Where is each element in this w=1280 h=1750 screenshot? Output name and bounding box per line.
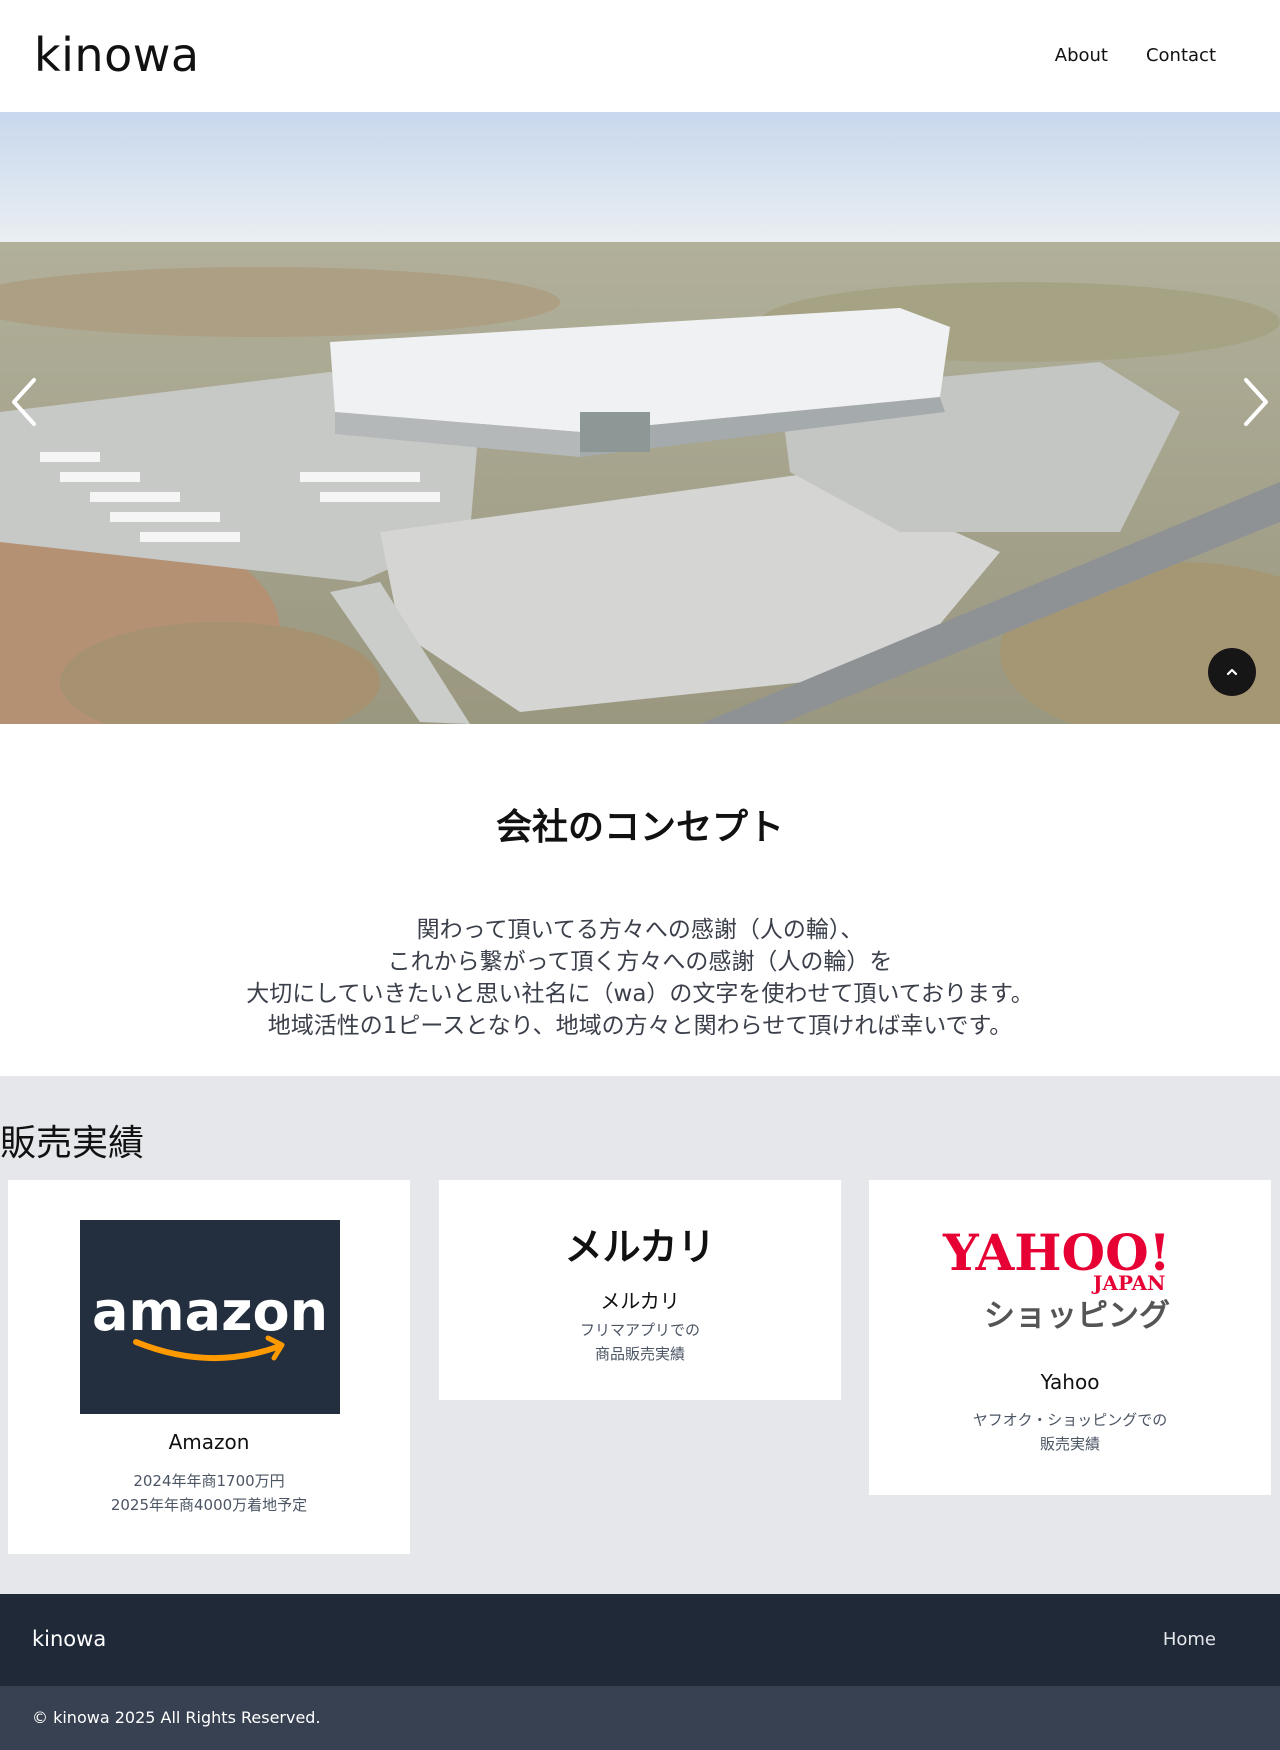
concept-text: 関わって頂いてる方々への感謝（人の輪）、 これから繋がって頂く方々への感謝（人の… bbox=[0, 914, 1280, 1042]
yahoo-logo-sub: JAPAN bbox=[1091, 1271, 1165, 1295]
card-desc-line: 商品販売実績 bbox=[594, 1345, 685, 1363]
concept-line: 大切にしていきたいと思い社名に（wa）の文字を使わせて頂いております。 bbox=[246, 981, 1034, 1007]
sales-card-amazon[interactable]: amazon Amazon 2024年年商1700万円 2025年年商4000万… bbox=[8, 1180, 410, 1554]
concept-line: 地域活性の1ピースとなり、地域の方々と関わらせて頂ければ幸いです。 bbox=[267, 1013, 1013, 1039]
yahoo-logo-shop: ショッピング bbox=[984, 1298, 1170, 1334]
concept-line: これから繋がって頂く方々への感謝（人の輪）を bbox=[387, 949, 893, 975]
slider-prev-button[interactable] bbox=[6, 372, 46, 432]
yahoo-shopping-logo: YAHOO! JAPAN ショッピング bbox=[942, 1223, 1171, 1334]
footer-logo[interactable]: kinowa bbox=[32, 1627, 106, 1651]
slider-next-button[interactable] bbox=[1234, 372, 1274, 432]
card-desc-line: 2025年年商4000万着地予定 bbox=[110, 1496, 308, 1514]
back-to-top-button[interactable] bbox=[1208, 648, 1256, 696]
sales-card-mercari[interactable]: メルカリ メルカリ フリマアプリでの 商品販売実績 bbox=[439, 1180, 841, 1400]
amazon-logo-text: amazon bbox=[92, 1280, 328, 1343]
card-desc-line: 販売実績 bbox=[1039, 1435, 1100, 1453]
sales-section: 販売実績 amazon Amazon 2024年年商1700万円 2025年年商… bbox=[0, 1076, 1280, 1594]
sales-title: 販売実績 bbox=[0, 1123, 145, 1164]
mercari-logo: メルカリ bbox=[564, 1225, 716, 1269]
card-name: メルカリ bbox=[600, 1289, 680, 1313]
copyright-bar: © kinowa 2025 All Rights Reserved. bbox=[0, 1686, 1280, 1750]
concept-line: 関わって頂いてる方々への感謝（人の輪）、 bbox=[416, 917, 864, 943]
site-header: kinowa About Contact bbox=[0, 0, 1280, 112]
site-logo[interactable]: kinowa bbox=[34, 28, 200, 82]
card-desc-line: 2024年年商1700万円 bbox=[133, 1472, 285, 1490]
chevron-up-icon bbox=[1226, 668, 1238, 676]
card-desc: ヤフオク・ショッピングでの 販売実績 bbox=[869, 1408, 1271, 1456]
card-name: Yahoo bbox=[1040, 1370, 1100, 1394]
card-name: Amazon bbox=[168, 1430, 250, 1454]
chevron-right-icon bbox=[1244, 378, 1268, 426]
main-nav: About Contact bbox=[1055, 45, 1216, 66]
sales-card-yahoo[interactable]: YAHOO! JAPAN ショッピング Yahoo ヤフオク・ショッピングでの … bbox=[869, 1180, 1271, 1495]
footer-home-link[interactable]: Home bbox=[1163, 1629, 1216, 1650]
card-desc: フリマアプリでの 商品販売実績 bbox=[439, 1318, 841, 1366]
copyright-text: © kinowa 2025 All Rights Reserved. bbox=[32, 1708, 321, 1727]
hero-overlay bbox=[0, 112, 1280, 724]
hero-slider bbox=[0, 112, 1280, 724]
nav-about-link[interactable]: About bbox=[1055, 45, 1108, 66]
amazon-logo-graphic: amazon bbox=[92, 1280, 328, 1362]
card-desc-line: フリマアプリでの bbox=[579, 1321, 700, 1339]
nav-contact-link[interactable]: Contact bbox=[1146, 45, 1216, 66]
concept-title: 会社のコンセプト bbox=[495, 807, 784, 848]
site-footer: kinowa Home bbox=[0, 1594, 1280, 1686]
card-desc-line: ヤフオク・ショッピングでの bbox=[972, 1411, 1168, 1429]
chevron-left-icon bbox=[12, 378, 36, 426]
amazon-logo: amazon bbox=[80, 1220, 340, 1414]
card-desc: 2024年年商1700万円 2025年年商4000万着地予定 bbox=[8, 1469, 410, 1517]
